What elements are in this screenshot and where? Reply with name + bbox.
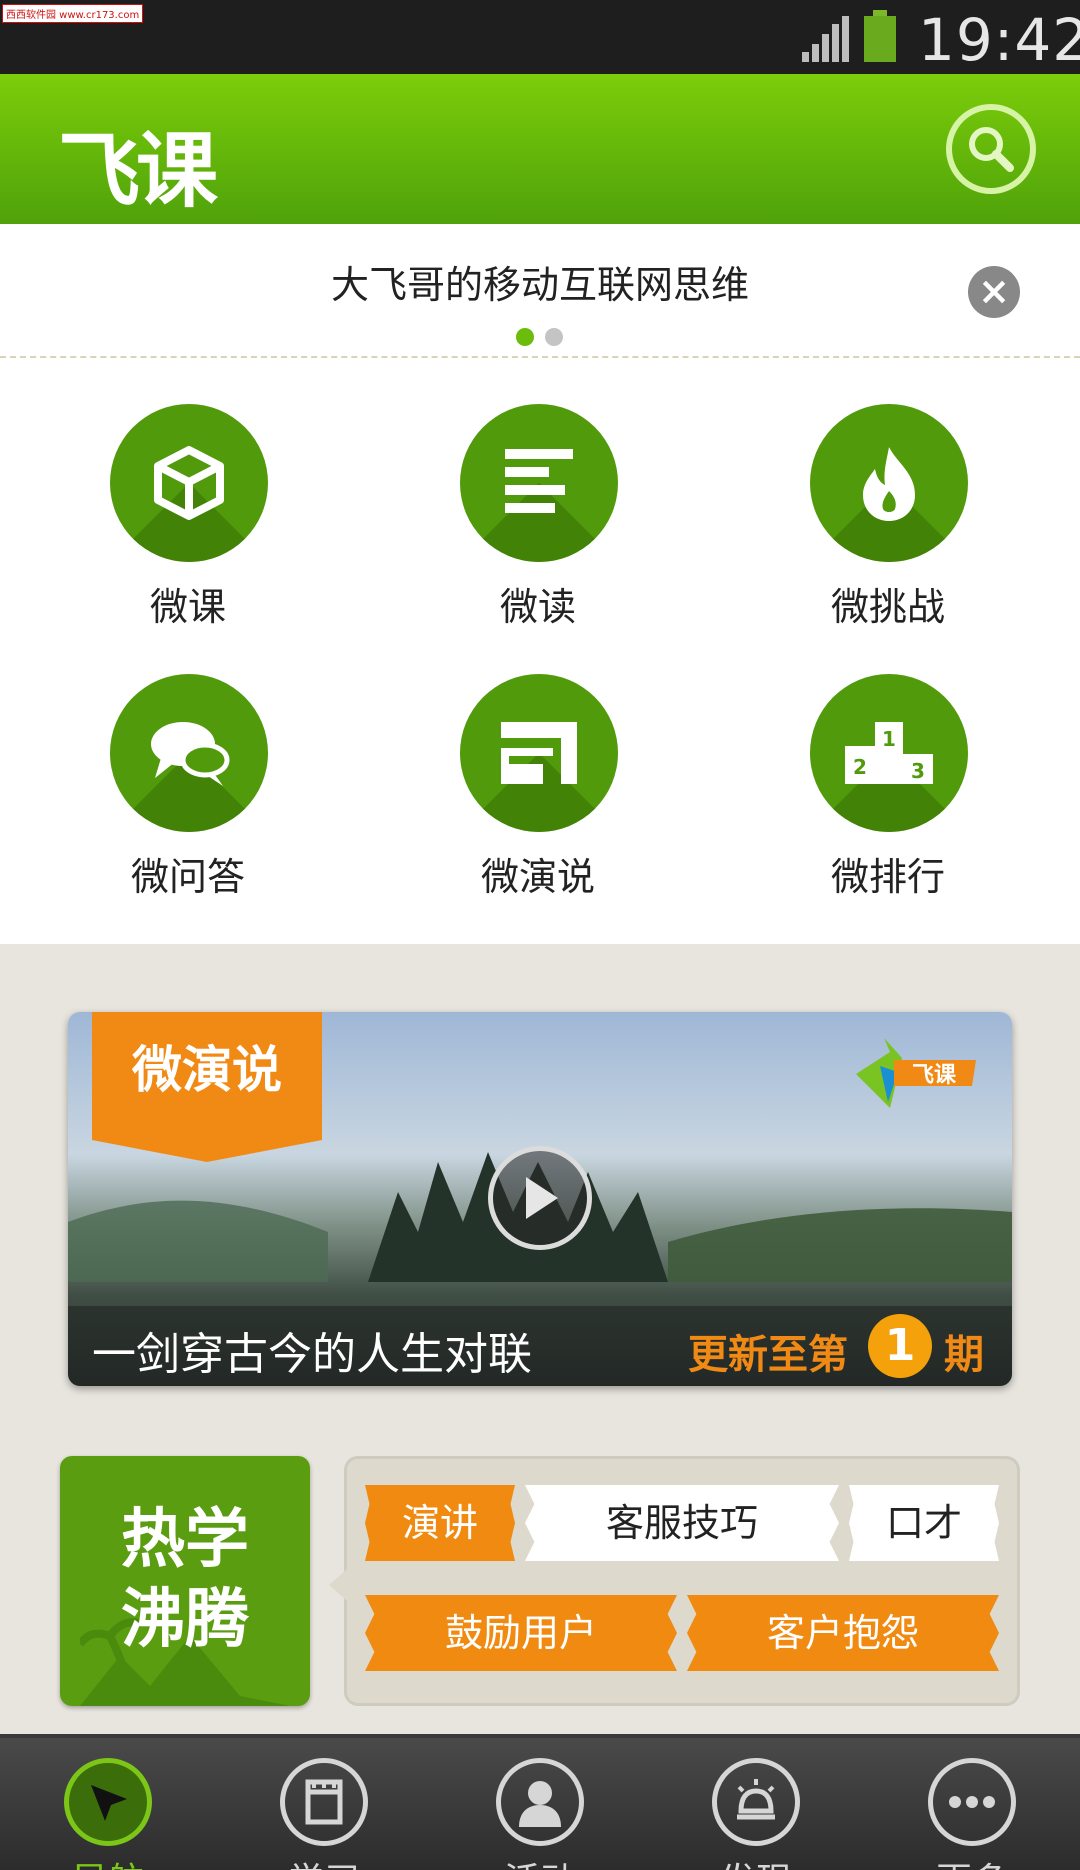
grid-item-label: 微排行	[830, 855, 945, 899]
nav-item-activities[interactable]: 活动	[432, 1738, 648, 1870]
grid-item-micro-speech[interactable]: 微演说	[438, 674, 638, 914]
nav-label: 发现	[648, 1852, 864, 1870]
tag-customer-service-skills[interactable]: 客服技巧	[525, 1485, 839, 1561]
nav-item-study[interactable]: 学习	[216, 1738, 432, 1870]
chat-bubbles-icon	[151, 722, 230, 786]
update-suffix: 期	[944, 1332, 984, 1378]
hot-tags-panel: 演讲 客服技巧 口才 鼓励用户 客户抱怨	[329, 1456, 1020, 1706]
search-icon	[969, 127, 1014, 172]
grid-item-micro-qa[interactable]: 微问答	[88, 674, 288, 914]
nav-label: 导航	[0, 1852, 216, 1870]
grid-item-micro-ranking[interactable]: 1 2 3 微排行	[788, 674, 988, 914]
notebook-icon	[305, 1779, 343, 1825]
app-header: 飞课	[0, 74, 1080, 224]
hot-topics-badge[interactable]: 热学 沸腾	[60, 1456, 310, 1706]
grid-item-label: 微演说	[480, 855, 595, 899]
hot-title-line2: 沸腾	[121, 1583, 249, 1657]
cursor-icon	[91, 1785, 127, 1821]
podium-icon: 1 2 3	[845, 722, 933, 784]
lightbulb-icon	[737, 1779, 775, 1820]
watermark: 西西软件园 www.cr173.com	[2, 4, 144, 23]
podium-first-text: 1	[882, 727, 896, 751]
grid-item-label: 微读	[499, 585, 576, 629]
close-icon: ×	[978, 269, 1010, 313]
tag-customer-complaints[interactable]: 客户抱怨	[687, 1595, 999, 1671]
nav-label: 更多	[864, 1852, 1080, 1870]
play-button[interactable]	[488, 1146, 592, 1250]
brand-logo: 飞课	[856, 1038, 976, 1108]
nav-item-more[interactable]: 更多	[864, 1738, 1080, 1870]
tag-speech[interactable]: 演讲	[365, 1485, 515, 1561]
grid-item-micro-course[interactable]: 微课	[88, 404, 288, 644]
podium-third-text: 3	[911, 759, 925, 783]
nav-label: 学习	[216, 1852, 432, 1870]
episode-number: 1	[868, 1314, 932, 1378]
update-prefix: 更新至第	[688, 1332, 848, 1378]
tag-eloquence[interactable]: 口才	[849, 1485, 999, 1561]
status-bar: 西西软件园 www.cr173.com 19:42	[0, 0, 1080, 74]
play-icon	[526, 1177, 558, 1219]
pager-dot[interactable]	[545, 328, 563, 346]
notice-banner[interactable]: 大飞哥的移动互联网思维 ×	[0, 224, 1080, 358]
battery-icon	[864, 10, 896, 62]
person-icon	[519, 1781, 561, 1827]
pager-dot-active[interactable]	[516, 328, 534, 346]
brand-logo-text: 飞课	[912, 1063, 957, 1088]
search-button[interactable]	[946, 104, 1036, 194]
more-icon	[949, 1796, 995, 1808]
grid-item-label: 微问答	[130, 855, 245, 899]
clock: 19:42	[918, 6, 1080, 74]
signal-icon	[802, 16, 849, 62]
nav-label: 活动	[432, 1852, 648, 1870]
hot-title-line1: 热学	[121, 1503, 249, 1577]
grid-item-label: 微课	[149, 585, 226, 629]
featured-video-card[interactable]: 微演说 飞课 一剑穿古今的人生对联 更新至第 1 期	[68, 1012, 1012, 1386]
feature-tag-label: 微演说	[132, 1041, 282, 1099]
notice-text: 大飞哥的移动互联网思维	[330, 263, 749, 307]
category-grid: 微课 微读 微挑战 微问答 微演说 1 2 3 微排行	[0, 358, 1080, 944]
notice-close-button[interactable]: ×	[968, 266, 1020, 318]
screen-icon	[501, 722, 577, 784]
grid-item-micro-read[interactable]: 微读	[438, 404, 638, 644]
text-lines-icon	[505, 449, 573, 513]
cube-icon	[154, 446, 224, 520]
grid-item-micro-challenge[interactable]: 微挑战	[788, 404, 988, 644]
nav-item-navigation[interactable]: 导航	[0, 1738, 216, 1870]
flame-icon	[863, 447, 915, 521]
video-caption: 一剑穿古今的人生对联	[92, 1329, 532, 1380]
grid-item-label: 微挑战	[830, 585, 945, 629]
podium-second-text: 2	[853, 755, 867, 779]
bottom-navigation: 导航 学习 活动	[0, 1734, 1080, 1870]
tag-encourage-users[interactable]: 鼓励用户	[365, 1595, 677, 1671]
caption-bar: 一剑穿古今的人生对联 更新至第 1 期	[68, 1306, 1012, 1386]
nav-item-discover[interactable]: 发现	[648, 1738, 864, 1870]
feature-tag: 微演说	[92, 1012, 322, 1162]
app-title: 飞课	[58, 124, 218, 219]
